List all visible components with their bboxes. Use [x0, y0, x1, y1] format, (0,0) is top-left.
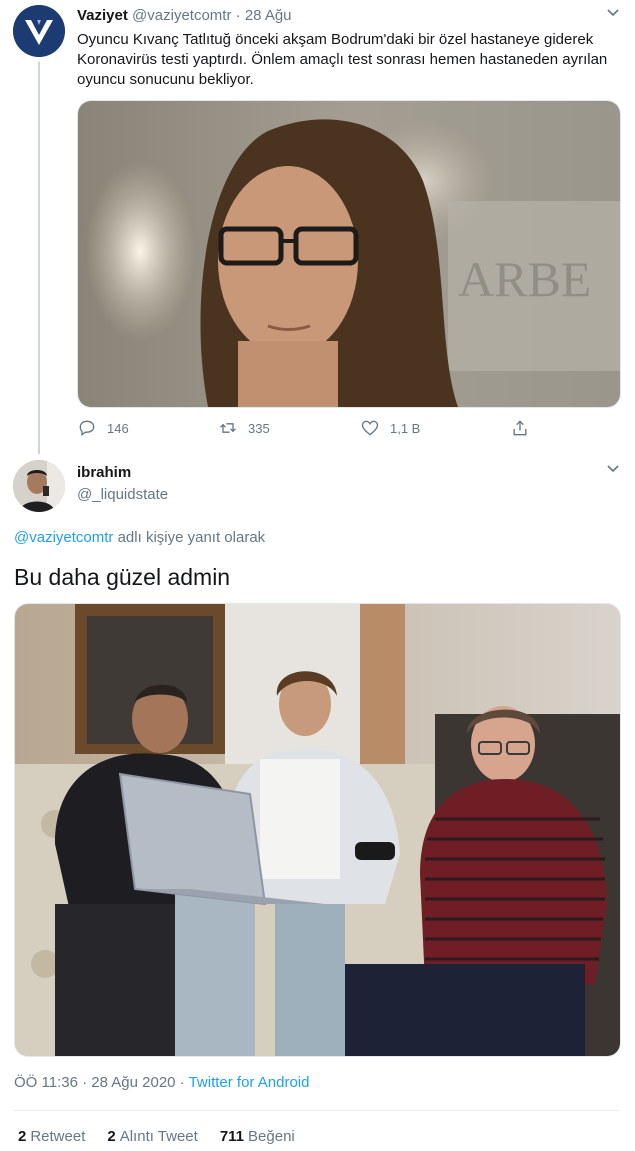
tweet1-header: Vaziyet @vaziyetcomtr · 28 Ağu: [77, 6, 292, 26]
reply-icon: [79, 420, 95, 436]
replying-to-handle-link[interactable]: @vaziyetcomtr: [14, 529, 113, 546]
tweet1-photo[interactable]: ARBE: [77, 100, 621, 408]
likes-label: Beğeni: [248, 1128, 295, 1145]
like-count: 1,1 B: [390, 420, 421, 436]
user-avatar-icon: [13, 460, 65, 512]
tweet1-separator: ·: [235, 7, 241, 24]
tweet2-photo[interactable]: [14, 603, 621, 1057]
tweet2-author-name[interactable]: ibrahim: [77, 464, 131, 481]
retweet-icon: [220, 423, 236, 433]
vaziyet-avatar[interactable]: [13, 5, 65, 57]
share-icon: [513, 420, 527, 436]
vaziyet-logo-icon: [13, 5, 65, 57]
quotes-label: Alıntı Tweet: [119, 1128, 198, 1145]
quotes-stat[interactable]: 2 Alıntı Tweet: [107, 1128, 197, 1145]
stats-divider: [14, 1110, 619, 1111]
replying-to-suffix: adlı kişiye yanıt olarak: [113, 529, 266, 546]
like-button[interactable]: 1,1 B: [360, 414, 420, 442]
tweet2-stats: 2 Retweet 2 Alıntı Tweet 711 Beğeni: [18, 1128, 295, 1145]
quotes-count: 2: [107, 1128, 116, 1145]
tweet2-meta: ÖÖ 11:36 · 28 Ağu 2020 · Twitter for And…: [14, 1074, 309, 1091]
likes-stat[interactable]: 711 Beğeni: [220, 1128, 295, 1145]
heart-icon: [361, 420, 379, 436]
tweet2-more-icon[interactable]: [606, 462, 620, 479]
tweet2-timestamp[interactable]: ÖÖ 11:36 · 28 Ağu 2020 ·: [14, 1074, 189, 1091]
likes-count: 711: [219, 1128, 245, 1145]
retweets-label: Retweet: [30, 1128, 86, 1145]
svg-text:ARBE: ARBE: [458, 251, 591, 307]
tweet1-author-handle[interactable]: @vaziyetcomtr: [132, 7, 231, 24]
tweet2-source-link[interactable]: Twitter for Android: [189, 1074, 310, 1091]
ibrahim-avatar[interactable]: [13, 460, 65, 512]
thread-line: [38, 62, 40, 454]
share-button[interactable]: [510, 414, 530, 442]
retweet-count: 335: [248, 420, 270, 436]
reply-button[interactable]: 146: [77, 414, 129, 442]
retweets-stat[interactable]: 2 Retweet: [18, 1128, 85, 1145]
retweet-button[interactable]: 335: [218, 414, 270, 442]
tweet1-body: Oyuncu Kıvanç Tatlıtuğ önceki akşam Bodr…: [77, 31, 608, 88]
replying-to: @vaziyetcomtr adlı kişiye yanıt olarak: [14, 529, 265, 546]
tweet2-author-handle[interactable]: @_liquidstate: [77, 486, 168, 503]
tweet2-text: Bu daha güzel admin: [14, 564, 231, 590]
tweet1-author-name[interactable]: Vaziyet: [77, 7, 128, 24]
tweet1-date[interactable]: 28 Ağu: [245, 7, 292, 24]
retweets-count: 2: [18, 1128, 27, 1145]
reply-count: 146: [107, 420, 129, 436]
tweet1-more-icon[interactable]: [606, 6, 620, 23]
